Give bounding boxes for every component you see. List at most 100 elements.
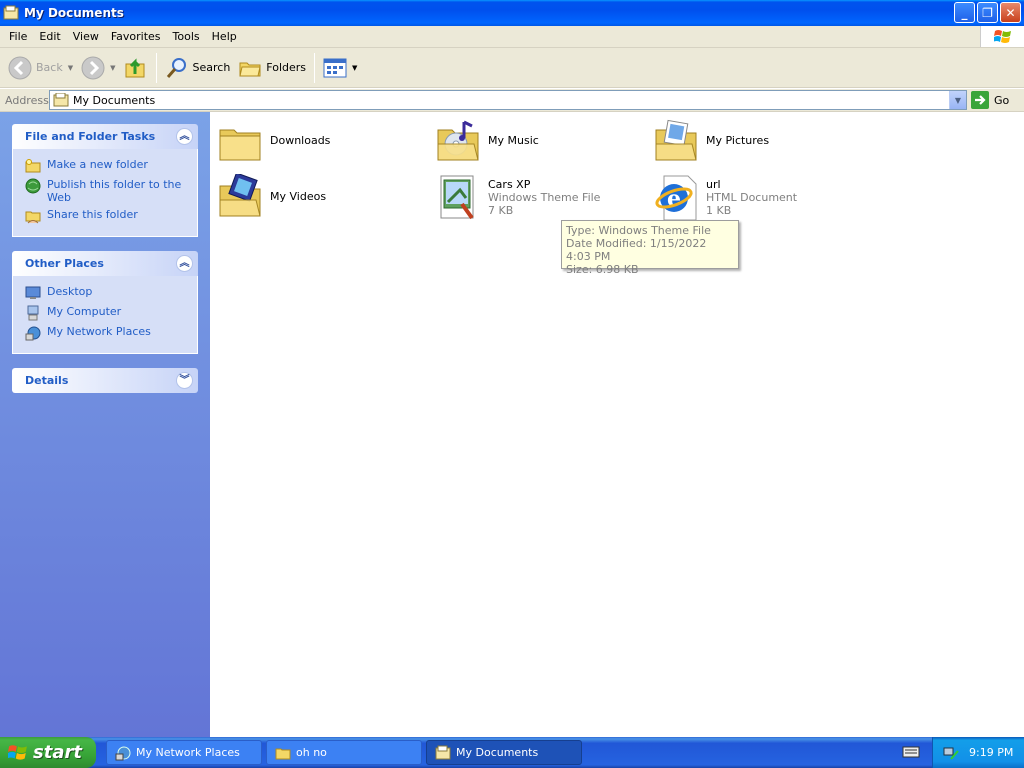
menu-view[interactable]: View bbox=[67, 26, 105, 48]
network-places-icon bbox=[115, 746, 131, 760]
taskbar-button-my-documents[interactable]: My Documents bbox=[426, 740, 582, 765]
go-label: Go bbox=[994, 93, 1010, 107]
task-label: Share this folder bbox=[47, 208, 138, 221]
file-folder-tasks-header[interactable]: File and Folder Tasks ︽ bbox=[12, 124, 198, 149]
up-folder-icon bbox=[125, 57, 144, 77]
place-label: Desktop bbox=[47, 285, 93, 298]
folder-small-icon bbox=[53, 93, 69, 107]
panel-title: Details bbox=[25, 374, 69, 387]
views-button[interactable]: ▼ bbox=[319, 51, 361, 85]
network-places-icon bbox=[25, 326, 41, 341]
file-list-view[interactable]: Downloads My Music My Pictures My Videos… bbox=[210, 112, 1024, 737]
chevron-down-icon: ▼ bbox=[954, 95, 962, 105]
views-icon bbox=[323, 58, 347, 77]
close-button[interactable]: ✕ bbox=[1000, 2, 1021, 23]
minimize-button[interactable]: _ bbox=[954, 2, 975, 23]
back-button[interactable]: Back ▼ bbox=[4, 51, 77, 85]
file-name: My Videos bbox=[270, 190, 327, 203]
folder-item-my-pictures[interactable]: My Pictures bbox=[652, 118, 769, 166]
file-item-url[interactable]: e url HTML Document 1 KB bbox=[652, 174, 797, 222]
forward-button[interactable]: ▼ bbox=[77, 51, 119, 85]
new-folder-icon bbox=[25, 159, 41, 173]
back-dropdown-icon[interactable]: ▼ bbox=[68, 64, 73, 72]
collapse-icon[interactable]: ︽ bbox=[176, 255, 193, 272]
taskbar-label: My Documents bbox=[456, 746, 539, 759]
address-input[interactable]: My Documents ▼ bbox=[49, 90, 967, 110]
windows-logo-icon bbox=[980, 26, 1024, 47]
make-new-folder-link[interactable]: Make a new folder bbox=[25, 158, 193, 174]
file-type: HTML Document bbox=[706, 191, 798, 204]
restore-button[interactable]: ❐ bbox=[977, 2, 998, 23]
other-places-header[interactable]: Other Places ︽ bbox=[12, 251, 198, 276]
share-folder-icon bbox=[25, 211, 41, 224]
taskbar-button-network-places[interactable]: My Network Places bbox=[106, 740, 262, 765]
file-name: Cars XP bbox=[488, 178, 531, 191]
file-type: Windows Theme File bbox=[488, 191, 601, 204]
publish-folder-link[interactable]: Publish this folder to the Web bbox=[25, 178, 193, 204]
menu-file[interactable]: File bbox=[3, 26, 33, 48]
task-label: Publish this folder to the Web bbox=[47, 178, 182, 204]
file-item-cars-xp[interactable]: Cars XP Windows Theme File 7 KB bbox=[434, 174, 600, 222]
up-folder-button[interactable] bbox=[120, 51, 152, 85]
menu-tools[interactable]: Tools bbox=[167, 26, 206, 48]
search-icon bbox=[166, 57, 186, 78]
clock[interactable]: 9:19 PM bbox=[969, 746, 1013, 759]
window-title: My Documents bbox=[24, 6, 124, 20]
folder-icon bbox=[275, 748, 291, 759]
folders-icon bbox=[239, 62, 261, 76]
my-computer-link[interactable]: My Computer bbox=[25, 305, 193, 321]
task-label: Make a new folder bbox=[47, 158, 148, 171]
collapse-icon[interactable]: ︽ bbox=[176, 128, 193, 145]
tooltip-modified: Date Modified: 1/15/2022 4:03 PM bbox=[566, 237, 707, 263]
forward-dropdown-icon[interactable]: ▼ bbox=[110, 64, 115, 72]
file-name: url bbox=[706, 178, 721, 191]
share-folder-link[interactable]: Share this folder bbox=[25, 208, 193, 224]
taskbar: start My Network Places oh no My Documen… bbox=[0, 737, 1024, 768]
theme-file-icon bbox=[440, 175, 474, 220]
folder-item-my-videos[interactable]: My Videos bbox=[216, 174, 326, 222]
folder-item-my-music[interactable]: My Music bbox=[434, 118, 539, 166]
details-header[interactable]: Details ︾ bbox=[12, 368, 198, 393]
network-status-icon[interactable] bbox=[943, 745, 959, 761]
folder-item-downloads[interactable]: Downloads bbox=[216, 118, 330, 166]
title-bar[interactable]: My Documents _ ❐ ✕ bbox=[0, 0, 1024, 26]
file-tooltip: Type: Windows Theme File Date Modified: … bbox=[561, 220, 739, 276]
menu-help[interactable]: Help bbox=[206, 26, 243, 48]
go-button[interactable]: Go bbox=[971, 91, 1009, 109]
folder-window-icon bbox=[3, 5, 19, 20]
restore-icon: ❐ bbox=[982, 5, 993, 20]
publish-web-icon bbox=[25, 178, 41, 194]
toolbar-separator bbox=[314, 52, 316, 83]
file-size: 7 KB bbox=[488, 204, 514, 217]
folder-window-icon bbox=[435, 745, 451, 759]
place-label: My Computer bbox=[47, 305, 122, 318]
folders-button[interactable]: Folders bbox=[234, 51, 310, 85]
search-button[interactable]: Search bbox=[161, 51, 235, 85]
toolbar: Back ▼ ▼ Search Folders ▼ bbox=[0, 48, 1024, 88]
folder-icon bbox=[219, 129, 261, 161]
file-name: My Pictures bbox=[706, 134, 770, 147]
toolbar-separator bbox=[155, 52, 157, 83]
desktop-link[interactable]: Desktop bbox=[25, 285, 193, 301]
network-places-link[interactable]: My Network Places bbox=[25, 325, 193, 341]
taskbar-button-oh-no[interactable]: oh no bbox=[266, 740, 422, 765]
menu-edit[interactable]: Edit bbox=[33, 26, 66, 48]
taskbar-label: oh no bbox=[296, 746, 327, 759]
file-folder-tasks-panel: File and Folder Tasks ︽ Make a new folde… bbox=[12, 124, 198, 237]
taskbar-label: My Network Places bbox=[136, 746, 240, 759]
keyboard-icon[interactable] bbox=[902, 745, 920, 759]
menu-favorites[interactable]: Favorites bbox=[105, 26, 167, 48]
back-label: Back bbox=[36, 61, 63, 74]
file-name: Downloads bbox=[270, 134, 331, 147]
music-folder-icon bbox=[437, 120, 479, 161]
file-size: 1 KB bbox=[706, 204, 732, 217]
close-icon: ✕ bbox=[1005, 5, 1016, 20]
start-button[interactable]: start bbox=[0, 737, 96, 768]
expand-icon[interactable]: ︾ bbox=[176, 372, 193, 389]
back-arrow-icon bbox=[8, 56, 32, 79]
address-dropdown-button[interactable]: ▼ bbox=[949, 91, 966, 109]
pictures-folder-icon bbox=[655, 119, 697, 161]
search-label: Search bbox=[192, 61, 231, 74]
details-panel: Details ︾ bbox=[12, 368, 198, 393]
start-label: start bbox=[33, 742, 82, 763]
